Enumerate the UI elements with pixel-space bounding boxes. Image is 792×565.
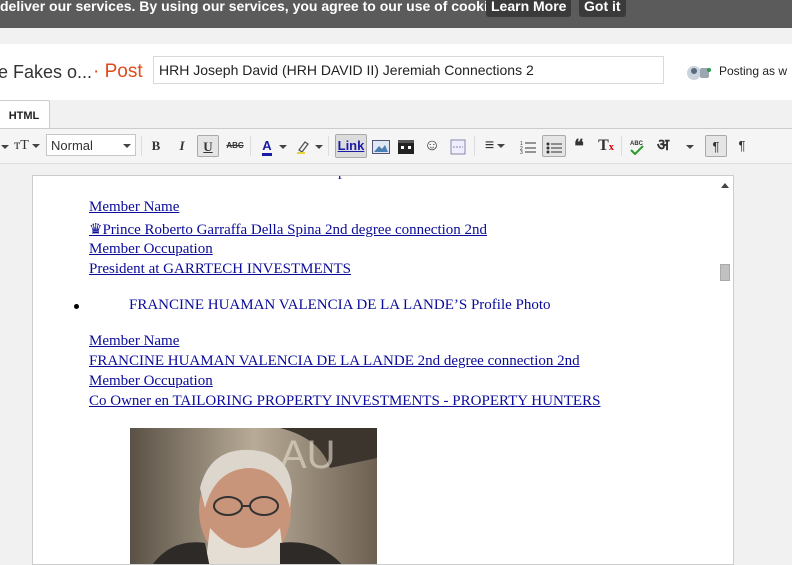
bold-icon[interactable]: B xyxy=(147,135,165,157)
bullet-list-icon[interactable] xyxy=(542,135,566,157)
highlight-caret[interactable] xyxy=(312,135,323,157)
post-editor-header: e Fakes o... · Post Posting as w xyxy=(0,44,792,100)
spell-check-icon[interactable]: ABC xyxy=(627,135,647,157)
member-occupation-link[interactable]: President at GARRTECH INVESTMENTS xyxy=(89,261,351,278)
member-occupation-label[interactable]: Member Occupation xyxy=(89,241,213,258)
format-select[interactable]: Normal xyxy=(46,134,136,156)
svg-text:AU: AU xyxy=(280,433,336,477)
blogger-avatar-icon[interactable] xyxy=(686,64,712,82)
svg-text:3: 3 xyxy=(520,150,523,154)
transliterate-icon[interactable]: अ xyxy=(653,135,673,157)
cookie-message: deliver our services. By using our servi… xyxy=(0,0,508,14)
chevron-down-icon xyxy=(123,144,131,148)
post-editor-body[interactable]: p Member Name ♛Prince Roberto Garraffa D… xyxy=(32,175,734,565)
profile-photo-image[interactable]: AU xyxy=(130,428,377,564)
strikethrough-icon[interactable]: ABC xyxy=(224,135,246,157)
clear-format-icon[interactable]: Tx xyxy=(596,135,616,157)
post-title-input[interactable] xyxy=(153,56,664,84)
text-color-icon[interactable]: A xyxy=(256,135,278,157)
format-select-value: Normal xyxy=(51,138,93,153)
member-occupation-label[interactable]: Member Occupation xyxy=(89,373,213,390)
video-icon[interactable] xyxy=(396,135,416,157)
blog-name[interactable]: e Fakes o... xyxy=(0,62,92,83)
scroll-up-arrow-icon[interactable] xyxy=(721,183,729,188)
highlight-icon[interactable] xyxy=(294,135,312,157)
member-name-link[interactable]: FRANCINE HUAMAN VALENCIA DE LA LANDE 2nd… xyxy=(89,353,580,370)
italic-icon[interactable]: I xyxy=(173,135,191,157)
quote-icon[interactable]: ❝ xyxy=(570,135,588,157)
member-name-text: Prince Roberto Garraffa Della Spina 2nd … xyxy=(102,222,488,238)
profile-photo-caption: FRANCINE HUAMAN VALENCIA DE LA LANDE’S P… xyxy=(129,297,551,313)
list-bullet xyxy=(74,304,79,309)
text-color-caret[interactable] xyxy=(276,135,287,157)
numbered-list-icon[interactable]: 123 xyxy=(518,135,538,157)
text-size-icon[interactable]: тT xyxy=(12,135,42,157)
scrollbar-thumb[interactable] xyxy=(720,264,730,281)
got-it-button[interactable]: Got it xyxy=(579,0,626,17)
member-name-label[interactable]: Member Name xyxy=(89,199,179,216)
member-name-label[interactable]: Member Name xyxy=(89,333,179,350)
image-icon[interactable] xyxy=(371,135,391,157)
ltr-icon[interactable]: ¶ xyxy=(705,135,727,157)
crown-icon: ♛ xyxy=(89,222,103,238)
toolbar-overflow-caret[interactable] xyxy=(0,135,9,157)
tab-html[interactable]: HTML xyxy=(0,100,50,130)
editor-toolbar: тT Normal B I U ABC A Link ☺ ≡ 123 ❝ Tx … xyxy=(0,128,792,164)
editor-scrollbar[interactable] xyxy=(718,177,732,554)
learn-more-button[interactable]: Learn More xyxy=(486,0,572,17)
member-name-link[interactable]: ♛Prince Roberto Garraffa Della Spina 2nd… xyxy=(89,220,487,239)
jump-break-icon[interactable] xyxy=(448,135,468,157)
underline-icon[interactable]: U xyxy=(197,135,219,157)
clipped-text-fragment: p xyxy=(338,176,346,181)
link-icon[interactable]: Link xyxy=(335,134,367,158)
cookie-banner: deliver our services. By using our servi… xyxy=(0,0,792,28)
emoji-icon[interactable]: ☺ xyxy=(422,135,442,157)
text-color-letter: A xyxy=(262,138,272,156)
member-occupation-link[interactable]: Co Owner en TAILORING PROPERTY INVESTMEN… xyxy=(89,393,600,410)
transliterate-caret[interactable] xyxy=(682,135,694,157)
align-icon[interactable]: ≡ xyxy=(482,135,508,157)
rtl-icon[interactable]: ¶ xyxy=(732,135,752,157)
post-label: · Post xyxy=(93,61,143,82)
posting-as-label[interactable]: Posting as w xyxy=(719,64,787,78)
